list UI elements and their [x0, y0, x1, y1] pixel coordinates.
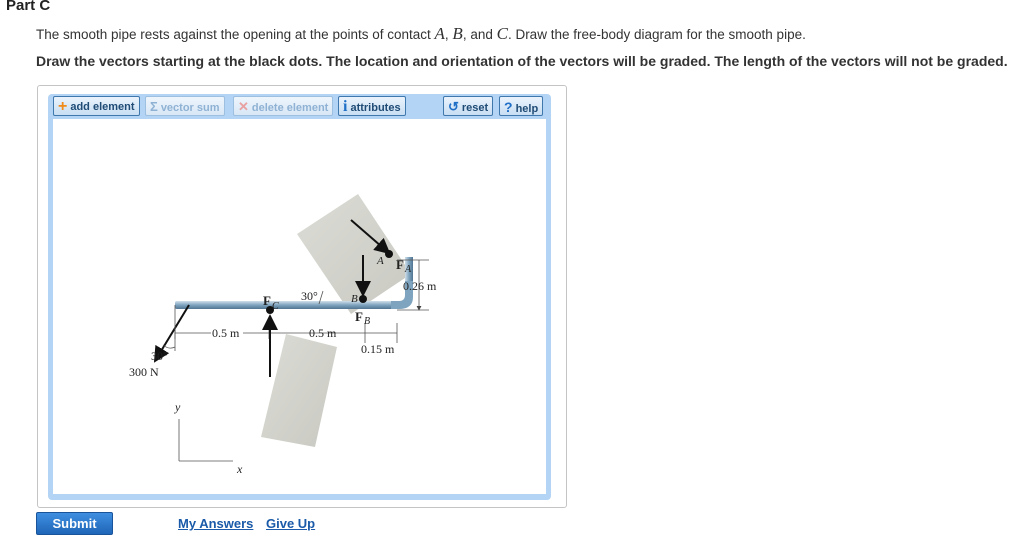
vector-sum-button[interactable]: Σvector sum — [145, 96, 225, 116]
svg-text:A: A — [404, 264, 412, 275]
lower-wall — [261, 334, 337, 447]
my-answers-link[interactable]: My Answers — [178, 516, 253, 531]
point-a-fig-label: A — [376, 255, 384, 267]
drawing-canvas[interactable]: 30° 300 N 0.5 m 0.5 m 0.15 m 0.26 m F C … — [53, 119, 546, 494]
sigma-icon: Σ — [150, 99, 158, 114]
contact-dot-c — [266, 306, 274, 314]
info-icon: i — [343, 98, 348, 115]
point-a-label: A — [434, 24, 445, 43]
help-question-icon: ? — [504, 99, 513, 115]
svg-text:B: B — [364, 316, 370, 327]
point-c-label: C — [496, 24, 508, 43]
instruction-text: Draw the vectors starting at the black d… — [36, 53, 1008, 69]
axis-y-label: y — [174, 400, 181, 414]
point-b-label: B — [452, 24, 463, 43]
drawing-tool-frame: + add element Σvector sum ✕ delete element… — [48, 94, 551, 500]
drawing-tool: + add element Σvector sum ✕ delete element… — [37, 85, 567, 508]
plus-icon: + — [58, 98, 68, 115]
dim-015-label: 0.15 m — [361, 342, 395, 356]
attributes-button[interactable]: i attributes — [338, 96, 406, 116]
axis-x-label: x — [236, 462, 243, 476]
give-up-link[interactable]: Give Up — [266, 516, 315, 531]
delete-x-icon: ✕ — [238, 99, 249, 114]
point-b-fig-label: B — [351, 293, 358, 305]
contact-dot-b — [359, 295, 367, 303]
help-button[interactable]: ? help — [499, 96, 544, 116]
force-300-label: 300 N — [129, 365, 159, 379]
fc-label: F — [263, 293, 271, 308]
pipe-figure: 30° 300 N 0.5 m 0.5 m 0.15 m 0.26 m F C … — [129, 194, 437, 476]
dim-05-right: 0.5 m — [309, 326, 337, 340]
part-title: Part C — [6, 0, 51, 14]
angle-top-label: 30° — [301, 289, 318, 303]
angle-left-label: 30° — [151, 349, 168, 363]
dim-026-label: 0.26 m — [403, 279, 437, 293]
fb-label: F — [355, 309, 363, 324]
contact-dot-a — [385, 250, 393, 258]
question-text: The smooth pipe rests against the openin… — [36, 24, 806, 43]
delete-element-button[interactable]: ✕ delete element — [233, 96, 334, 116]
reset-button[interactable]: ↺ reset — [443, 96, 494, 116]
submit-button[interactable]: Submit — [36, 512, 113, 535]
add-element-button[interactable]: + add element — [53, 96, 140, 116]
dim-05-left: 0.5 m — [212, 326, 240, 340]
reset-icon: ↺ — [448, 99, 459, 114]
fa-label: F — [396, 257, 404, 272]
question-prefix: The smooth pipe rests against the openin… — [36, 27, 435, 42]
question-suffix: . Draw the free-body diagram for the smo… — [507, 27, 806, 42]
